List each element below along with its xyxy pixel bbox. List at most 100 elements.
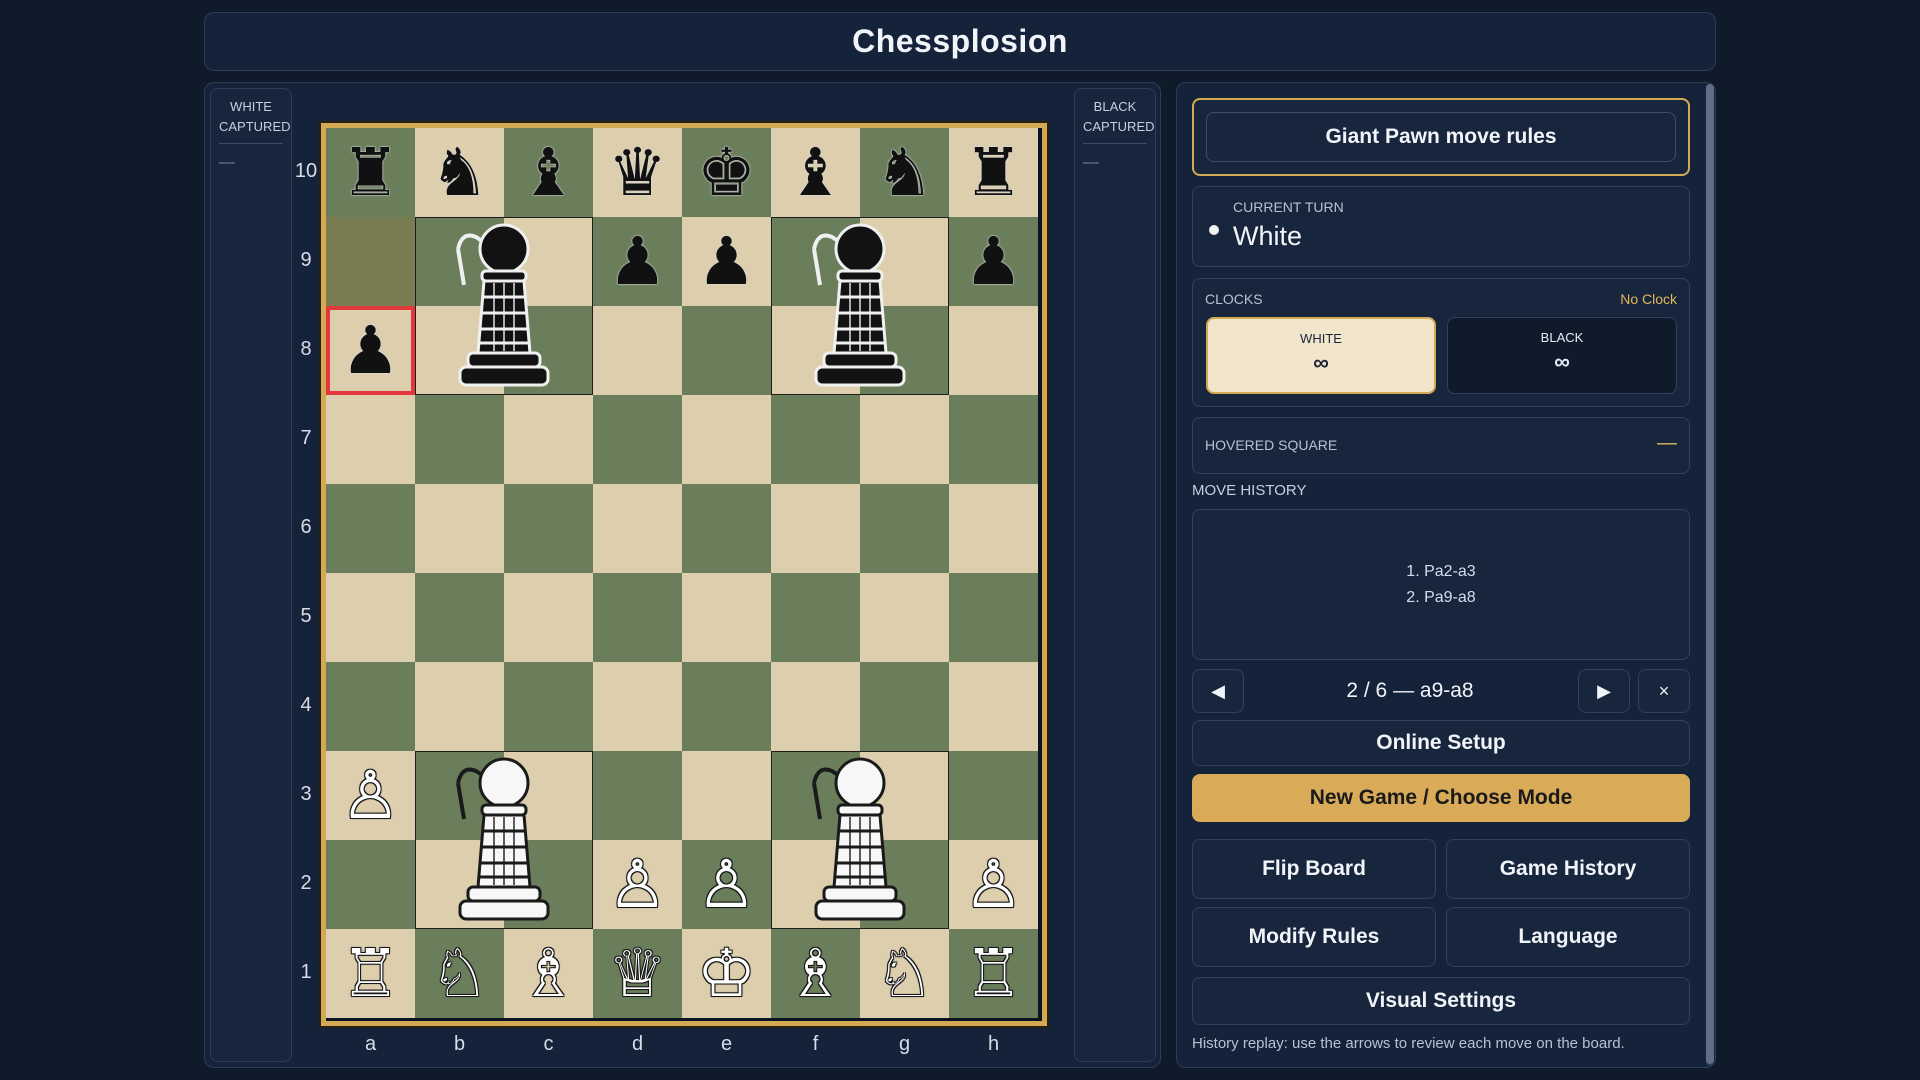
square-h3[interactable] xyxy=(949,751,1038,840)
square-a1[interactable]: ♖ xyxy=(326,929,415,1018)
black-piece-h9[interactable]: ♟ xyxy=(964,228,1023,295)
square-b9[interactable] xyxy=(415,217,504,306)
black-piece-g10[interactable]: ♞ xyxy=(875,139,934,206)
square-c6[interactable] xyxy=(504,484,593,573)
history-close-button[interactable]: × xyxy=(1638,669,1690,713)
modify-rules-button[interactable]: Modify Rules xyxy=(1192,907,1436,967)
square-c5[interactable] xyxy=(504,573,593,662)
chess-board[interactable]: ♜ ♞ ♝ ♛ ♚ ♝ ♞ ♜ ♟ ♟ ♟ ♟ ♙ ♙ ♙ ♙ ♖ ♘ ♗ ♕ ♔ ♗ ♘ ♖ xyxy=(321,123,1047,1026)
square-b1[interactable]: ♘ xyxy=(415,929,504,1018)
black-piece-c10[interactable]: ♝ xyxy=(519,139,578,206)
black-piece-e9[interactable]: ♟ xyxy=(697,228,756,295)
side-panel-scrollbar[interactable] xyxy=(1706,84,1714,1066)
visual-settings-button[interactable]: Visual Settings xyxy=(1192,977,1690,1025)
white-piece-g1[interactable]: ♘ xyxy=(875,940,934,1007)
square-e1[interactable]: ♔ xyxy=(682,929,771,1018)
white-piece-a1[interactable]: ♖ xyxy=(341,940,400,1007)
square-f2[interactable] xyxy=(771,840,860,929)
square-h6[interactable] xyxy=(949,484,1038,573)
square-c7[interactable] xyxy=(504,395,593,484)
black-piece-f10[interactable]: ♝ xyxy=(786,139,845,206)
square-g6[interactable] xyxy=(860,484,949,573)
black-piece-a10[interactable]: ♜ xyxy=(341,139,400,206)
square-g3[interactable] xyxy=(860,751,949,840)
square-e2[interactable]: ♙ xyxy=(682,840,771,929)
square-c10[interactable]: ♝ xyxy=(504,128,593,217)
square-e5[interactable] xyxy=(682,573,771,662)
white-piece-e2[interactable]: ♙ xyxy=(697,851,756,918)
square-a4[interactable] xyxy=(326,662,415,751)
square-e6[interactable] xyxy=(682,484,771,573)
square-a5[interactable] xyxy=(326,573,415,662)
square-b6[interactable] xyxy=(415,484,504,573)
white-piece-d1[interactable]: ♕ xyxy=(608,940,667,1007)
square-d6[interactable] xyxy=(593,484,682,573)
black-piece-b10[interactable]: ♞ xyxy=(430,139,489,206)
square-h7[interactable] xyxy=(949,395,1038,484)
new-game-button[interactable]: New Game / Choose Mode xyxy=(1192,774,1690,822)
square-f9[interactable] xyxy=(771,217,860,306)
square-d3[interactable] xyxy=(593,751,682,840)
white-piece-h1[interactable]: ♖ xyxy=(964,940,1023,1007)
square-b3[interactable] xyxy=(415,751,504,840)
square-f5[interactable] xyxy=(771,573,860,662)
online-setup-button[interactable]: Online Setup xyxy=(1192,720,1690,766)
move-history-item[interactable]: 1. Pa2-a3 xyxy=(1406,559,1475,585)
square-d8[interactable] xyxy=(593,306,682,395)
square-g10[interactable]: ♞ xyxy=(860,128,949,217)
white-piece-c1[interactable]: ♗ xyxy=(519,940,578,1007)
square-h2[interactable]: ♙ xyxy=(949,840,1038,929)
move-history-item[interactable]: 2. Pa9-a8 xyxy=(1406,585,1475,611)
history-next-button[interactable]: ▶ xyxy=(1578,669,1630,713)
square-f7[interactable] xyxy=(771,395,860,484)
square-f10[interactable]: ♝ xyxy=(771,128,860,217)
square-f4[interactable] xyxy=(771,662,860,751)
black-piece-d10[interactable]: ♛ xyxy=(608,139,667,206)
square-f1[interactable]: ♗ xyxy=(771,929,860,1018)
square-d4[interactable] xyxy=(593,662,682,751)
square-c9[interactable] xyxy=(504,217,593,306)
square-g9[interactable] xyxy=(860,217,949,306)
square-g5[interactable] xyxy=(860,573,949,662)
white-piece-b1[interactable]: ♘ xyxy=(430,940,489,1007)
square-a8[interactable]: ♟ xyxy=(326,306,415,395)
square-h1[interactable]: ♖ xyxy=(949,929,1038,1018)
square-f3[interactable] xyxy=(771,751,860,840)
square-h9[interactable]: ♟ xyxy=(949,217,1038,306)
square-g8[interactable] xyxy=(860,306,949,395)
square-d10[interactable]: ♛ xyxy=(593,128,682,217)
square-g2[interactable] xyxy=(860,840,949,929)
square-e3[interactable] xyxy=(682,751,771,840)
white-piece-d2[interactable]: ♙ xyxy=(608,851,667,918)
scrollbar-thumb[interactable] xyxy=(1706,84,1714,1064)
black-piece-d9[interactable]: ♟ xyxy=(608,228,667,295)
square-g1[interactable]: ♘ xyxy=(860,929,949,1018)
square-e7[interactable] xyxy=(682,395,771,484)
white-piece-h2[interactable]: ♙ xyxy=(964,851,1023,918)
black-piece-a8[interactable]: ♟ xyxy=(341,317,400,384)
square-e8[interactable] xyxy=(682,306,771,395)
square-c8[interactable] xyxy=(504,306,593,395)
square-f8[interactable] xyxy=(771,306,860,395)
black-piece-h10[interactable]: ♜ xyxy=(964,139,1023,206)
square-h8[interactable] xyxy=(949,306,1038,395)
square-b2[interactable] xyxy=(415,840,504,929)
square-h4[interactable] xyxy=(949,662,1038,751)
square-h5[interactable] xyxy=(949,573,1038,662)
black-piece-e10[interactable]: ♚ xyxy=(697,139,756,206)
square-a2[interactable] xyxy=(326,840,415,929)
square-d7[interactable] xyxy=(593,395,682,484)
square-e9[interactable]: ♟ xyxy=(682,217,771,306)
square-a10[interactable]: ♜ xyxy=(326,128,415,217)
square-e4[interactable] xyxy=(682,662,771,751)
square-g4[interactable] xyxy=(860,662,949,751)
language-button[interactable]: Language xyxy=(1446,907,1690,967)
square-b10[interactable]: ♞ xyxy=(415,128,504,217)
square-d1[interactable]: ♕ xyxy=(593,929,682,1018)
white-piece-f1[interactable]: ♗ xyxy=(786,940,845,1007)
square-c1[interactable]: ♗ xyxy=(504,929,593,1018)
history-prev-button[interactable]: ◀ xyxy=(1192,669,1244,713)
square-h10[interactable]: ♜ xyxy=(949,128,1038,217)
square-c2[interactable] xyxy=(504,840,593,929)
white-piece-a3[interactable]: ♙ xyxy=(341,762,400,829)
